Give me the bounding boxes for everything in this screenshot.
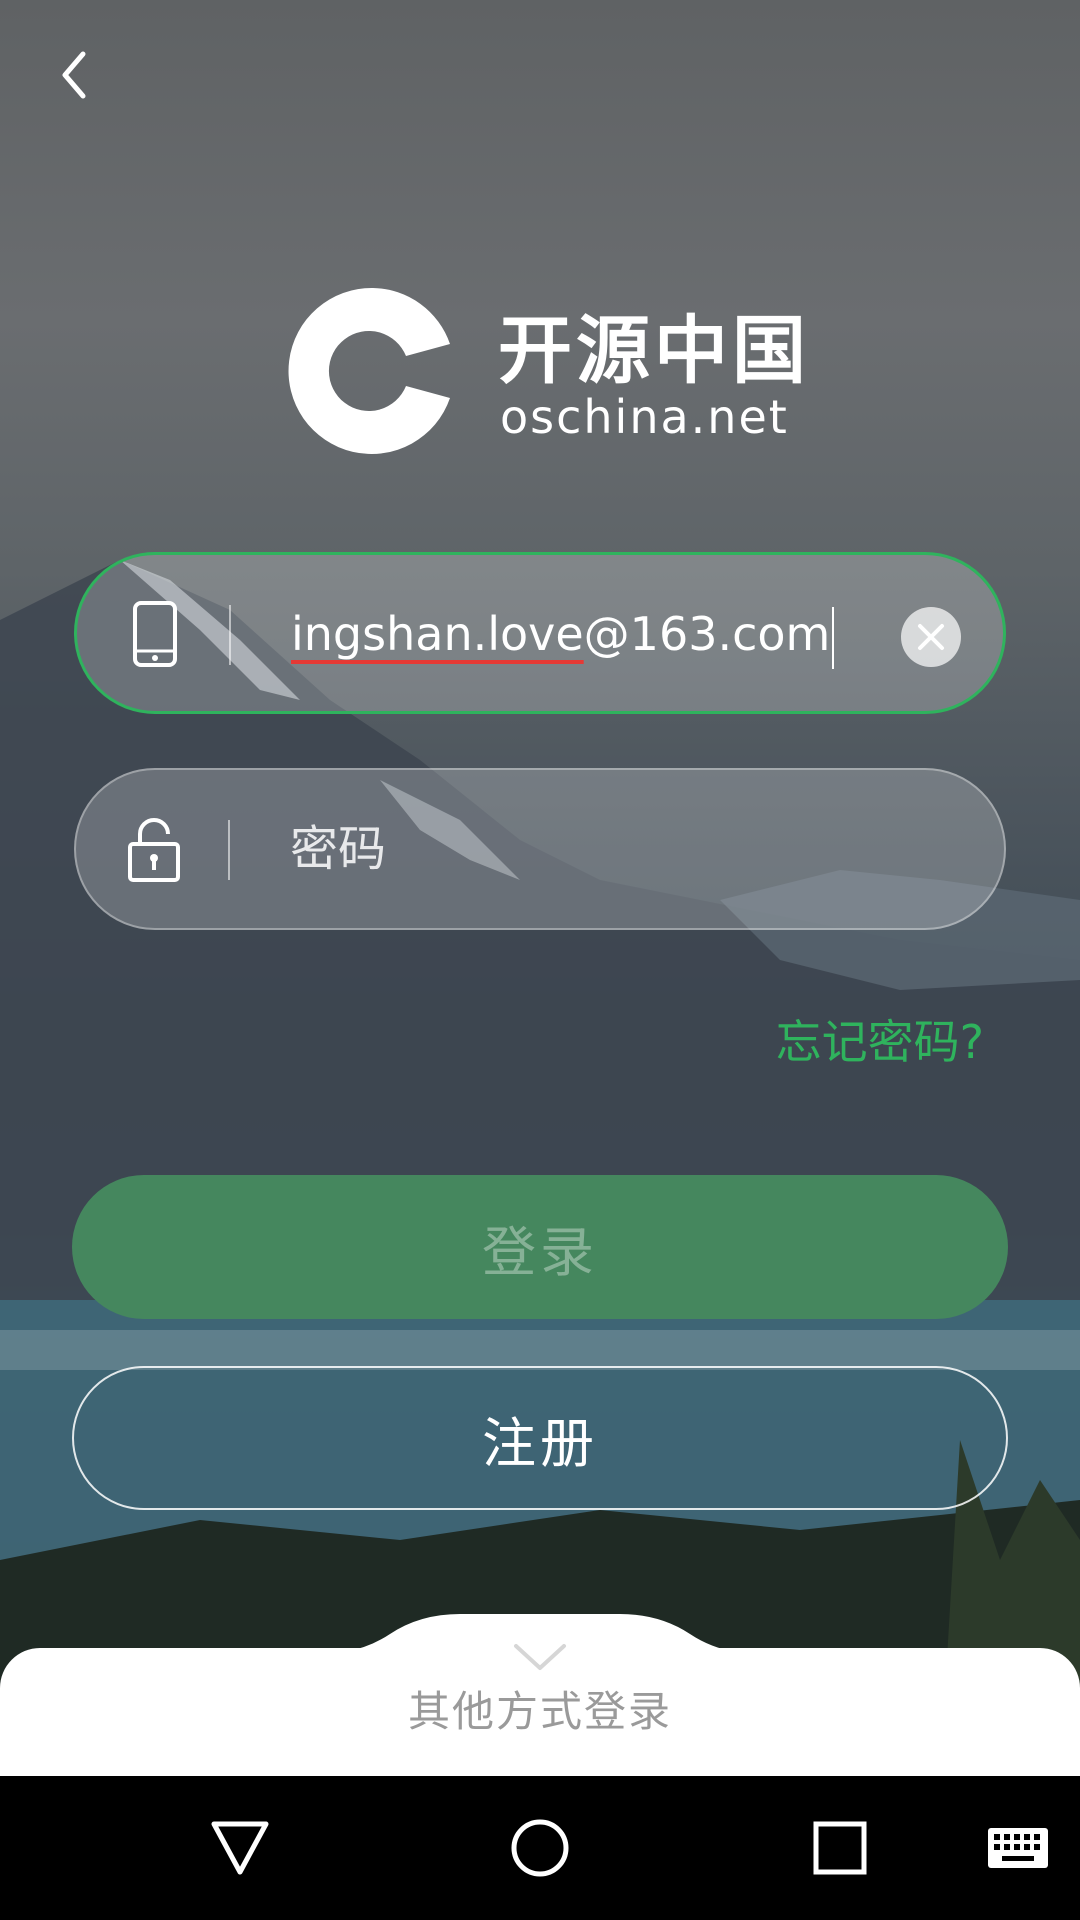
- account-input[interactable]: ingshan.love@163.com: [291, 599, 835, 669]
- chevron-left-icon: [62, 51, 86, 99]
- close-icon: [918, 624, 944, 650]
- system-navbar: [0, 1776, 1080, 1920]
- account-value-part1: ingshan.love: [291, 607, 584, 661]
- other-login-label[interactable]: 其他方式登录: [0, 1686, 1080, 1738]
- nav-home-button[interactable]: [500, 1808, 580, 1888]
- logo-subtitle: oschina.net: [500, 390, 789, 444]
- nav-recents-button[interactable]: [800, 1808, 880, 1888]
- forgot-password-link[interactable]: 忘记密码?: [776, 1014, 984, 1070]
- text-caret: [832, 606, 835, 669]
- square-recents-icon: [813, 1821, 867, 1875]
- account-field[interactable]: ingshan.love@163.com: [74, 552, 1006, 714]
- keyboard-icon: [988, 1828, 1048, 1868]
- field-divider: [229, 605, 231, 665]
- circle-home-icon: [511, 1819, 569, 1877]
- back-button[interactable]: [44, 40, 104, 110]
- field-divider: [228, 820, 230, 880]
- password-input[interactable]: 密码: [290, 814, 386, 884]
- phone-icon: [133, 601, 177, 667]
- register-button[interactable]: 注册: [72, 1366, 1008, 1510]
- lock-icon: [128, 818, 180, 882]
- oschina-logo: 开源中国 oschina.net: [288, 286, 808, 458]
- chevron-down-icon[interactable]: [512, 1640, 568, 1672]
- logo-title: 开源中国: [498, 308, 810, 394]
- triangle-back-icon: [211, 1821, 269, 1875]
- oschina-c-mark: [288, 287, 450, 454]
- nav-keyboard-button[interactable]: [978, 1808, 1058, 1888]
- nav-back-button[interactable]: [200, 1808, 280, 1888]
- clear-button[interactable]: [901, 607, 961, 667]
- login-button[interactable]: 登录: [72, 1175, 1008, 1319]
- password-field[interactable]: 密码: [74, 768, 1006, 930]
- account-value-part2: @163.com: [583, 607, 831, 661]
